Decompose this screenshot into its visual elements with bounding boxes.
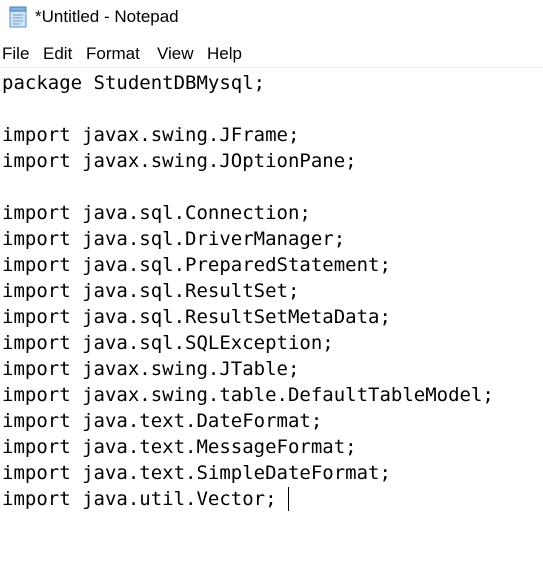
code-line: import javax.swing.table.DefaultTableMod… — [2, 384, 494, 406]
menu-bar: File Edit Format View Help — [0, 42, 543, 66]
text-caret — [288, 487, 289, 511]
code-line: import java.text.MessageFormat; — [2, 436, 357, 458]
title-bar[interactable]: *Untitled - Notepad — [0, 0, 543, 36]
code-line: import java.sql.PreparedStatement; — [2, 254, 391, 276]
code-line: import java.text.DateFormat; — [2, 410, 323, 432]
code-line: import java.text.SimpleDateFormat; — [2, 462, 391, 484]
code-line: import java.sql.SQLException; — [2, 332, 334, 354]
code-line: import javax.swing.JTable; — [2, 358, 300, 380]
code-line: import javax.swing.JOptionPane; — [2, 150, 357, 172]
text-editor-area[interactable]: package StudentDBMysql; import javax.swi… — [0, 68, 543, 567]
menu-edit[interactable]: Edit — [43, 44, 72, 64]
code-line: import java.util.Vector; — [2, 488, 277, 510]
code-line: import java.sql.ResultSetMetaData; — [2, 306, 391, 328]
menu-file[interactable]: File — [2, 44, 29, 64]
menu-view[interactable]: View — [157, 44, 194, 64]
code-line: package StudentDBMysql; — [2, 72, 266, 94]
window-title: *Untitled - Notepad — [35, 7, 179, 26]
code-line: import java.sql.ResultSet; — [2, 280, 300, 302]
code-line: import javax.swing.JFrame; — [2, 124, 300, 146]
code-line: import java.sql.Connection; — [2, 202, 311, 224]
menu-format[interactable]: Format — [86, 44, 140, 64]
notepad-window: *Untitled - Notepad File Edit Format Vie… — [0, 0, 543, 567]
code-line: import java.sql.DriverManager; — [2, 228, 346, 250]
notepad-icon — [7, 6, 29, 28]
menu-help[interactable]: Help — [207, 44, 242, 64]
